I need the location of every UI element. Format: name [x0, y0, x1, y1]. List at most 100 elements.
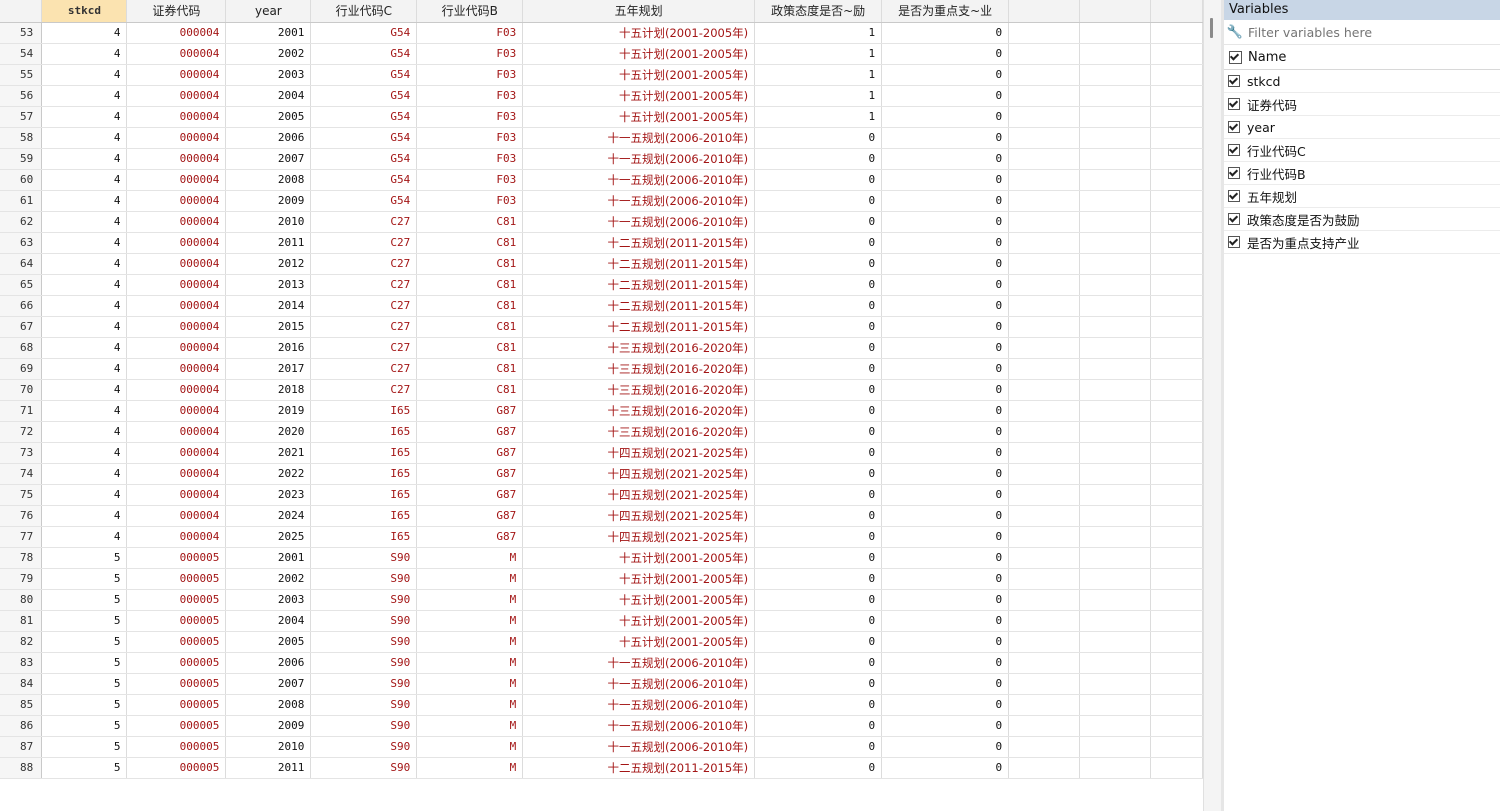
empty-cell[interactable]	[1008, 337, 1081, 359]
five-year-plan-cell[interactable]: 十一五规划(2006-2010年)	[522, 211, 756, 233]
key-industry-cell[interactable]: 0	[881, 568, 1010, 590]
empty-cell[interactable]	[1150, 463, 1203, 485]
five-year-plan-cell[interactable]: 十二五规划(2011-2015年)	[522, 295, 756, 317]
empty-cell[interactable]	[1008, 295, 1081, 317]
row-number[interactable]: 68	[0, 337, 43, 359]
empty-cell[interactable]	[1150, 43, 1203, 65]
stkcd-cell[interactable]: 4	[41, 22, 128, 44]
industry-code-b-cell[interactable]: F03	[416, 64, 524, 86]
key-industry-cell[interactable]: 0	[881, 295, 1010, 317]
empty-cell[interactable]	[1079, 43, 1151, 65]
empty-cell[interactable]	[1150, 568, 1203, 590]
industry-code-b-cell[interactable]: G87	[416, 463, 524, 485]
five-year-plan-cell[interactable]: 十三五规划(2016-2020年)	[522, 337, 756, 359]
row-number[interactable]: 80	[0, 589, 43, 611]
stkcd-cell[interactable]: 5	[41, 547, 128, 569]
year-cell[interactable]: 2005	[225, 631, 312, 653]
five-year-plan-cell[interactable]: 十五计划(2001-2005年)	[522, 568, 756, 590]
year-cell[interactable]: 2024	[225, 505, 312, 527]
empty-cell[interactable]	[1008, 358, 1081, 380]
empty-cell[interactable]	[1079, 358, 1151, 380]
industry-code-b-cell[interactable]: F03	[416, 190, 524, 212]
year-cell[interactable]: 2009	[225, 715, 312, 737]
five-year-plan-cell[interactable]: 十四五规划(2021-2025年)	[522, 484, 756, 506]
industry-code-b-cell[interactable]: C81	[416, 316, 524, 338]
industry-code-b-cell[interactable]: G87	[416, 421, 524, 443]
year-cell[interactable]: 2019	[225, 400, 312, 422]
stkcd-cell[interactable]: 4	[41, 64, 128, 86]
industry-code-c-cell[interactable]: S90	[310, 631, 418, 653]
five-year-plan-cell[interactable]: 十四五规划(2021-2025年)	[522, 505, 756, 527]
industry-code-b-cell[interactable]: C81	[416, 379, 524, 401]
year-cell[interactable]: 2011	[225, 232, 312, 254]
zqdm-cell[interactable]: 000005	[126, 757, 227, 779]
policy-encouraged-cell[interactable]: 0	[754, 232, 883, 254]
year-cell[interactable]: 2018	[225, 379, 312, 401]
column-header[interactable]: 证券代码	[126, 0, 227, 23]
key-industry-cell[interactable]: 0	[881, 736, 1010, 758]
five-year-plan-cell[interactable]: 十一五规划(2006-2010年)	[522, 736, 756, 758]
empty-cell[interactable]	[1008, 442, 1081, 464]
zqdm-cell[interactable]: 000004	[126, 232, 227, 254]
industry-code-c-cell[interactable]: S90	[310, 694, 418, 716]
industry-code-c-cell[interactable]: G54	[310, 43, 418, 65]
empty-cell[interactable]	[1079, 526, 1151, 548]
industry-code-b-cell[interactable]: G87	[416, 442, 524, 464]
empty-cell[interactable]	[1079, 610, 1151, 632]
year-cell[interactable]: 2007	[225, 673, 312, 695]
policy-encouraged-cell[interactable]: 0	[754, 316, 883, 338]
zqdm-cell[interactable]: 000004	[126, 43, 227, 65]
empty-column-header[interactable]	[1008, 0, 1081, 23]
five-year-plan-cell[interactable]: 十五计划(2001-2005年)	[522, 22, 756, 44]
industry-code-c-cell[interactable]: S90	[310, 757, 418, 779]
year-cell[interactable]: 2022	[225, 463, 312, 485]
stkcd-cell[interactable]: 4	[41, 211, 128, 233]
row-number[interactable]: 62	[0, 211, 43, 233]
empty-cell[interactable]	[1150, 442, 1203, 464]
empty-cell[interactable]	[1008, 547, 1081, 569]
policy-encouraged-cell[interactable]: 0	[754, 589, 883, 611]
year-cell[interactable]: 2012	[225, 253, 312, 275]
empty-cell[interactable]	[1079, 85, 1151, 107]
empty-cell[interactable]	[1008, 106, 1081, 128]
key-industry-cell[interactable]: 0	[881, 547, 1010, 569]
row-number[interactable]: 56	[0, 85, 43, 107]
empty-cell[interactable]	[1150, 694, 1203, 716]
row-number[interactable]: 76	[0, 505, 43, 527]
zqdm-cell[interactable]: 000005	[126, 589, 227, 611]
zqdm-cell[interactable]: 000004	[126, 85, 227, 107]
industry-code-b-cell[interactable]: F03	[416, 43, 524, 65]
zqdm-cell[interactable]: 000004	[126, 274, 227, 296]
variable-item[interactable]: 五年规划	[1224, 185, 1500, 208]
empty-cell[interactable]	[1008, 253, 1081, 275]
empty-cell[interactable]	[1008, 274, 1081, 296]
empty-cell[interactable]	[1150, 421, 1203, 443]
row-number-header[interactable]	[0, 0, 43, 23]
stkcd-cell[interactable]: 4	[41, 337, 128, 359]
row-number[interactable]: 83	[0, 652, 43, 674]
key-industry-cell[interactable]: 0	[881, 43, 1010, 65]
policy-encouraged-cell[interactable]: 0	[754, 526, 883, 548]
zqdm-cell[interactable]: 000005	[126, 610, 227, 632]
row-number[interactable]: 85	[0, 694, 43, 716]
row-number[interactable]: 87	[0, 736, 43, 758]
row-number[interactable]: 72	[0, 421, 43, 443]
key-industry-cell[interactable]: 0	[881, 106, 1010, 128]
industry-code-c-cell[interactable]: G54	[310, 169, 418, 191]
empty-cell[interactable]	[1008, 610, 1081, 632]
industry-code-b-cell[interactable]: M	[416, 715, 524, 737]
column-header[interactable]: year	[225, 0, 312, 23]
empty-cell[interactable]	[1150, 673, 1203, 695]
year-cell[interactable]: 2002	[225, 43, 312, 65]
empty-cell[interactable]	[1150, 295, 1203, 317]
stkcd-cell[interactable]: 4	[41, 274, 128, 296]
industry-code-c-cell[interactable]: I65	[310, 484, 418, 506]
industry-code-b-cell[interactable]: M	[416, 673, 524, 695]
industry-code-c-cell[interactable]: C27	[310, 211, 418, 233]
industry-code-c-cell[interactable]: C27	[310, 274, 418, 296]
empty-cell[interactable]	[1008, 148, 1081, 170]
industry-code-c-cell[interactable]: G54	[310, 106, 418, 128]
industry-code-b-cell[interactable]: C81	[416, 211, 524, 233]
industry-code-b-cell[interactable]: M	[416, 631, 524, 653]
row-number[interactable]: 71	[0, 400, 43, 422]
